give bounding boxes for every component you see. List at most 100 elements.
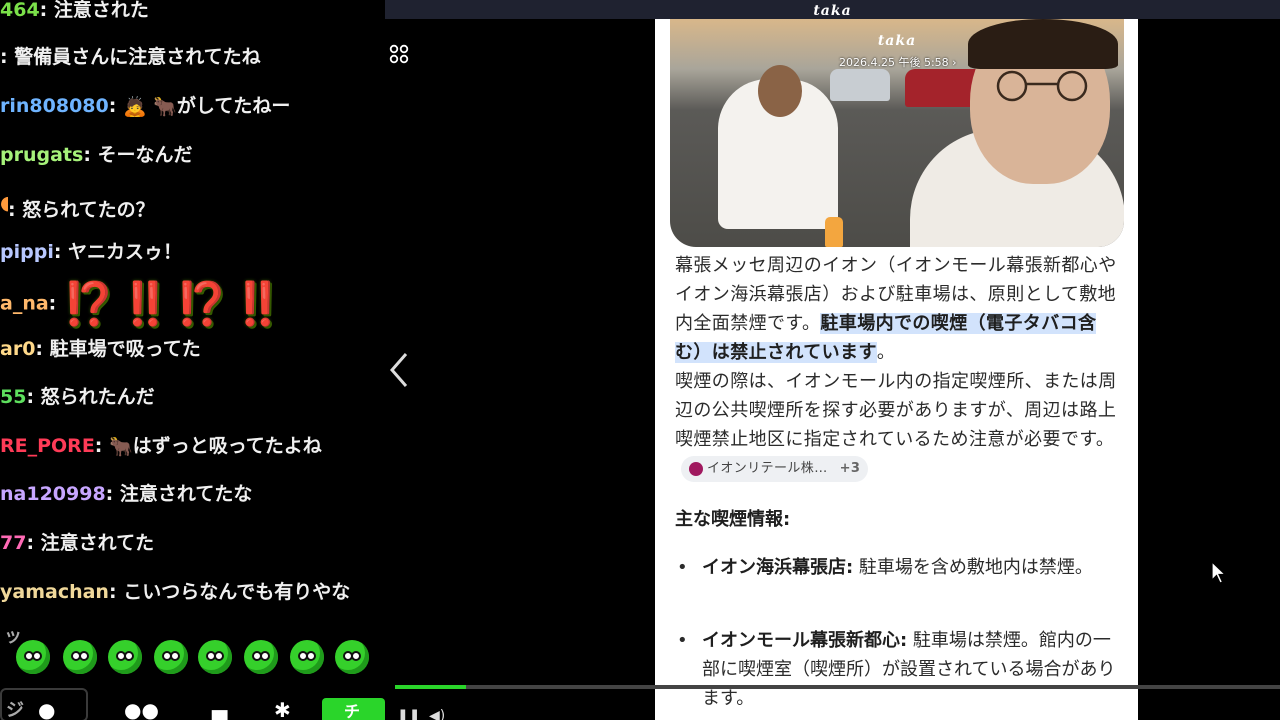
chat-username[interactable]: 464 xyxy=(0,0,40,21)
person-shape xyxy=(718,65,838,229)
pause-icon[interactable]: ❚❚ xyxy=(397,708,420,720)
chat-message: na120998: 注意されてたな xyxy=(0,481,252,507)
chat-text: 注意されてたな xyxy=(119,483,253,505)
emote-icon[interactable] xyxy=(335,640,369,674)
emote-icon[interactable] xyxy=(16,640,50,674)
chat-text: 駐車場で吸ってた xyxy=(49,338,201,360)
chat-text: 警備員さんに注意されてたね xyxy=(14,46,261,68)
chat-username[interactable]: ar0 xyxy=(0,338,35,360)
answer-paragraph: 喫煙の際は、イオンモール内の指定喫煙所、または周辺の公共喫煙所を探す必要がありま… xyxy=(675,367,1120,483)
head-shape xyxy=(758,65,802,117)
chat-text: こいつらなんでも有りやな xyxy=(123,581,351,603)
chat-username[interactable]: 77 xyxy=(0,532,26,554)
chat-text: はずっと吸ってたよね xyxy=(132,435,322,457)
list-item-text: 駐車場を含め敷地内は禁煙。 xyxy=(853,557,1093,578)
chat-separator: : xyxy=(94,435,110,457)
glasses-shape xyxy=(996,70,1088,102)
chat-text: 注意されてた xyxy=(40,532,155,554)
chat-separator: : xyxy=(8,199,23,221)
gift-icon[interactable]: ▄ xyxy=(212,698,227,720)
bull-emoji: 🐂 xyxy=(109,435,133,458)
emote-picker-icon[interactable]: ● xyxy=(38,698,55,720)
viewer-title-bar: taka xyxy=(385,0,1280,19)
bottle-shape xyxy=(825,217,843,247)
chat-message: a_na: ⁉️‼️⁉️‼️ xyxy=(0,282,288,325)
chat-message: 55: 怒られたんだ xyxy=(0,384,155,410)
chat-message: 77: 注意されてた xyxy=(0,530,154,556)
chat-panel: 464: 注意された : 警備員さんに注意されてたね rin808080: 🙇 … xyxy=(0,0,385,720)
chat-message: : 警備員さんに注意されてたね xyxy=(0,44,261,70)
mouse-cursor-icon xyxy=(1211,561,1227,584)
source-more-count: +3 xyxy=(839,461,861,476)
chevron-left-icon[interactable] xyxy=(389,350,409,390)
chat-message: ●: 怒られてたの？ xyxy=(0,190,155,223)
chat-separator: : xyxy=(108,581,124,603)
chat-message: ar0: 駐車場で吸ってた xyxy=(0,336,201,362)
phone-screenshot: taka 2026.4.25 午後 5:58 › 幕張メッセ周辺のイオン（イオン… xyxy=(655,19,1138,720)
source-label: イオンリテール株… xyxy=(707,461,828,476)
exclamation-sticker-icon: ⁉️‼️⁉️‼️ xyxy=(62,278,289,328)
chat-message: 464: 注意された xyxy=(0,0,149,23)
chat-username[interactable]: 55 xyxy=(0,386,26,408)
chat-username[interactable]: pippi xyxy=(0,241,54,263)
list-item: イオン海浜幕張店: 駐車場を含め敷地内は禁煙。 xyxy=(675,553,1120,582)
settings-icon[interactable]: ✱ xyxy=(274,698,291,720)
chat-text: そーなんだ xyxy=(97,144,193,166)
emote-icon[interactable] xyxy=(198,640,232,674)
answer-text: 喫煙の際は、イオンモール内の指定喫煙所、または周辺の公共喫煙所を探す必要がありま… xyxy=(675,371,1117,450)
chat-username[interactable]: yamachan xyxy=(0,581,109,603)
grid-icon[interactable] xyxy=(389,44,409,64)
emote-bar xyxy=(0,632,385,686)
chat-message: yamachan: こいつらなんでも有りやな xyxy=(0,579,350,605)
chat-username[interactable]: prugats xyxy=(0,144,83,166)
video-progress-bar[interactable] xyxy=(395,685,1280,689)
viewer-title: taka xyxy=(813,3,852,19)
list-item-title: イオン海浜幕張店: xyxy=(702,557,854,578)
chat-username[interactable]: rin808080 xyxy=(0,95,109,117)
list-item: イオンモール幕張新都心: 駐車場は禁煙。館内の一部に喫煙室（喫煙所）が設置されて… xyxy=(675,626,1120,713)
aeon-logo-icon xyxy=(689,461,703,476)
list-item-title: イオンモール幕張新都心: xyxy=(702,630,908,651)
chat-username[interactable]: na120998 xyxy=(0,483,106,505)
emote-icon[interactable] xyxy=(154,640,188,674)
chat-separator: : xyxy=(26,386,41,408)
chat-separator: : xyxy=(26,532,41,554)
chat-text: 怒られたんだ xyxy=(40,386,155,408)
source-chip[interactable]: イオンリテール株… +3 xyxy=(681,456,869,482)
story-username: taka xyxy=(877,33,917,49)
chat-separator: : xyxy=(105,483,120,505)
chat-separator: : xyxy=(53,241,69,263)
chat-send-button[interactable]: チ xyxy=(322,698,385,720)
chat-text: 怒られてたの？ xyxy=(22,199,155,221)
emote-icon[interactable] xyxy=(63,640,97,674)
answer-text: 。 xyxy=(876,342,896,363)
chat-separator: : xyxy=(39,0,54,21)
users-icon[interactable]: ●● xyxy=(124,698,159,720)
volume-icon[interactable]: ◀) xyxy=(429,708,445,720)
section-heading: 主な喫煙情報: xyxy=(675,509,791,530)
media-viewer: taka taka 2026.4.25 午後 5:58 › 幕張メッセ周辺のイオ… xyxy=(385,0,1280,720)
chat-separator: : xyxy=(0,46,15,68)
chat-text: がしてたねー xyxy=(176,95,291,117)
chat-separator: : xyxy=(35,338,50,360)
chat-message: prugats: そーなんだ xyxy=(0,142,193,168)
emote-icon[interactable] xyxy=(108,640,142,674)
chat-username[interactable]: RE_PORE xyxy=(0,435,95,457)
chat-separator: : xyxy=(48,292,63,315)
chat-message: RE_PORE: 🐂はずっと吸ってたよね xyxy=(0,433,322,460)
bow-emoji: 🙇 🐂 xyxy=(122,95,177,118)
answer-paragraph: 幕張メッセ周辺のイオン（イオンモール幕張新都心やイオン海浜幕張店）および駐車場は… xyxy=(675,251,1120,367)
chat-text: 注意された xyxy=(53,0,149,21)
chat-username[interactable]: a_na xyxy=(0,293,49,315)
chat-separator: : xyxy=(83,144,98,166)
chat-username[interactable]: ● xyxy=(0,190,8,216)
ai-answer: 幕張メッセ周辺のイオン（イオンモール幕張新都心やイオン海浜幕張店）および駐車場は… xyxy=(675,251,1120,483)
video-progress-fill xyxy=(395,685,466,689)
story-date[interactable]: 2026.4.25 午後 5:58 › xyxy=(839,54,957,70)
chat-text: ヤニカスゥ！ xyxy=(68,241,183,263)
emote-icon[interactable] xyxy=(244,640,278,674)
chat-separator: : xyxy=(108,95,123,117)
story-photo: taka 2026.4.25 午後 5:58 › xyxy=(670,19,1124,247)
car-shape xyxy=(830,69,890,101)
emote-icon[interactable] xyxy=(290,640,324,674)
